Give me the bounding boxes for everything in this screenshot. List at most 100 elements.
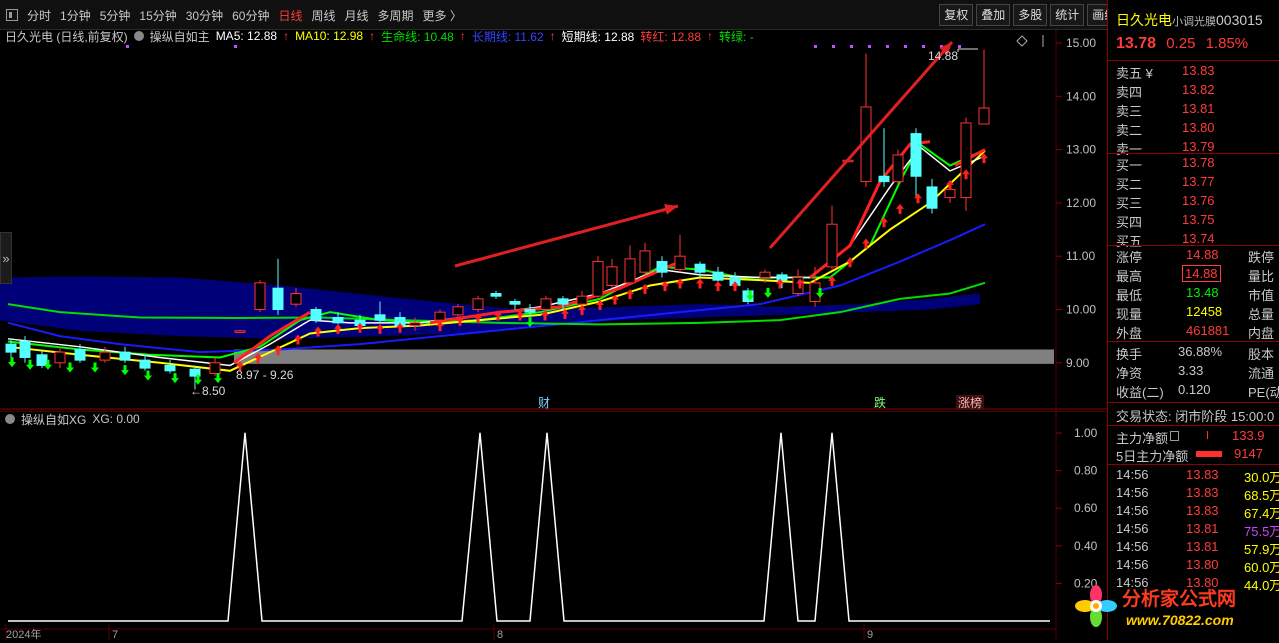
period-tab[interactable]: 分时	[27, 7, 51, 24]
period-tab[interactable]: 日线	[278, 7, 302, 24]
stat2-value: 3.33	[1178, 363, 1204, 378]
sell-arrow-icon	[91, 362, 99, 373]
stat2-right-label: PE(动)	[1248, 385, 1279, 400]
tick-volume: 57.9万	[1244, 542, 1279, 557]
tick-volume: 30.0万	[1244, 470, 1279, 485]
sell-arrow-icon	[144, 370, 152, 381]
indicator-dot-icon[interactable]	[5, 414, 15, 424]
sell-price: 13.79	[1182, 139, 1215, 154]
period-tab[interactable]: 周线	[311, 7, 335, 24]
stat-row: 最高 14.88 量比	[1108, 265, 1279, 284]
tick-time: 14:56	[1116, 503, 1149, 518]
xg-peak-point	[780, 432, 782, 434]
long-up-icon: ↑	[549, 30, 556, 43]
indicator-panel[interactable]: 1.00 0.80 0.60 0.40 0.20 2024年 7 8 9	[0, 411, 1107, 640]
buy-row: 买四 13.75	[1108, 212, 1279, 230]
period-tab[interactable]: 1分钟	[60, 7, 91, 24]
tick-price: 13.81	[1186, 539, 1219, 554]
candle-body	[19, 340, 31, 358]
candle-body	[674, 255, 686, 271]
candle-body	[592, 261, 604, 297]
candle-body	[759, 271, 771, 279]
panel-separator	[1108, 402, 1279, 403]
tick-price: 13.83	[1186, 467, 1219, 482]
ma10-line	[7, 149, 986, 372]
quote-panel: 日久光电小调光膜003015 13.78 0.25 1.85% 卖五 ¥ 13.8…	[1107, 0, 1279, 640]
stat2-label: 换手	[1116, 347, 1143, 362]
turn-green-value: 转绿: -	[719, 30, 754, 44]
buy-arrow-icon	[714, 281, 722, 292]
candle-body	[472, 298, 484, 310]
candle-body	[944, 189, 956, 199]
signal-dot	[868, 45, 871, 48]
sell-label: 卖二	[1116, 123, 1143, 138]
sell-price: 13.83	[1182, 63, 1215, 78]
candle-body	[576, 295, 588, 305]
ind-axis-label: 1.00	[1074, 426, 1098, 440]
event-zhang: 涨榜	[958, 395, 982, 410]
main-net-value: 133.9	[1232, 428, 1265, 443]
toolbar-button[interactable]: 统计	[1050, 4, 1085, 26]
sell-label: 卖三	[1116, 104, 1143, 119]
tick-time: 14:56	[1116, 557, 1149, 572]
signal-dot	[234, 45, 237, 48]
stat-value: 14.88	[1182, 265, 1221, 282]
tick-time: 14:56	[1116, 539, 1149, 554]
price-plot: 15.00 14.00 13.00 12.00 11.00 10.00 9.00 14.88 ←…	[0, 30, 1107, 410]
net-bar	[1196, 451, 1222, 457]
xg-peak-point	[546, 432, 548, 434]
time-axis-label: 2024年	[6, 627, 41, 640]
kline-chart[interactable]: 日久光电 (日线,前复权) 操纵自如主 MA5: 12.88 ↑ MA10: 1…	[0, 30, 1107, 410]
life-line-value: 生命线: 10.48	[381, 30, 454, 44]
panel-separator	[1108, 464, 1279, 465]
stat2-row: 收益(二) 0.120 PE(动)	[1108, 382, 1279, 400]
panel-price: 13.78 0.25 1.85%	[1116, 35, 1248, 53]
tick-volume: 60.0万	[1244, 560, 1279, 575]
signal-dot	[850, 45, 853, 48]
tick-volume: 68.5万	[1244, 488, 1279, 503]
period-tab[interactable]: 15分钟	[139, 7, 176, 24]
expand-handle-icon[interactable]: »	[0, 232, 12, 284]
settings-dot-icon[interactable]	[133, 31, 144, 41]
stat-right-label: 总量	[1248, 307, 1275, 322]
period-tab[interactable]: 5分钟	[100, 7, 131, 24]
candle-body	[540, 298, 552, 310]
buy-row: 买一 13.78	[1108, 155, 1279, 173]
watermark-url: www.70822.com	[1126, 612, 1234, 628]
period-tab[interactable]: 月线	[345, 7, 369, 24]
toolbar-button[interactable]: 复权	[939, 4, 974, 26]
candle-body	[434, 311, 446, 321]
main-net-row: 主力净额 133.9	[1108, 428, 1279, 446]
sell-arrow-icon	[26, 359, 34, 370]
candle-body	[712, 271, 724, 281]
candle-body	[234, 330, 246, 333]
indicator-header: 操纵自如XG XG: 0.00	[5, 411, 140, 427]
stat2-value: 0.120	[1178, 382, 1211, 397]
life-up-icon: ↑	[459, 30, 466, 43]
signal-dot	[832, 45, 835, 48]
toolbar-button[interactable]: 叠加	[976, 4, 1011, 26]
xg-series-line	[8, 432, 1050, 622]
document-icon[interactable]	[1170, 431, 1179, 441]
window-icon[interactable]	[6, 9, 18, 21]
candle-body	[656, 261, 668, 273]
period-tab[interactable]: 更多 〉	[423, 7, 462, 24]
stock-label: 日久光电 (日线,前复权)	[5, 30, 128, 44]
sell-row: 卖二 13.80	[1108, 120, 1279, 138]
tick-row: 14:56 13.80 60.0万	[1108, 557, 1279, 575]
sell-arrow-icon	[66, 362, 74, 373]
xg-peak-point	[831, 432, 833, 434]
buy-arrow-icon	[696, 278, 704, 289]
price-axis-label: 10.00	[1066, 303, 1096, 317]
period-tab[interactable]: 60分钟	[232, 7, 269, 24]
turn-red-up-icon: ↑	[707, 30, 714, 43]
tick-row: 14:56 13.81 75.5万	[1108, 521, 1279, 539]
period-tab[interactable]: 30分钟	[186, 7, 223, 24]
sell-arrow-icon	[121, 365, 129, 376]
candle-body	[74, 348, 86, 361]
panel-tag: 小调光膜	[1172, 16, 1216, 28]
tick-time: 14:56	[1116, 485, 1149, 500]
toolbar-button[interactable]: 多股	[1013, 4, 1048, 26]
candle-body	[99, 351, 111, 361]
period-tab[interactable]: 多周期	[378, 7, 414, 24]
